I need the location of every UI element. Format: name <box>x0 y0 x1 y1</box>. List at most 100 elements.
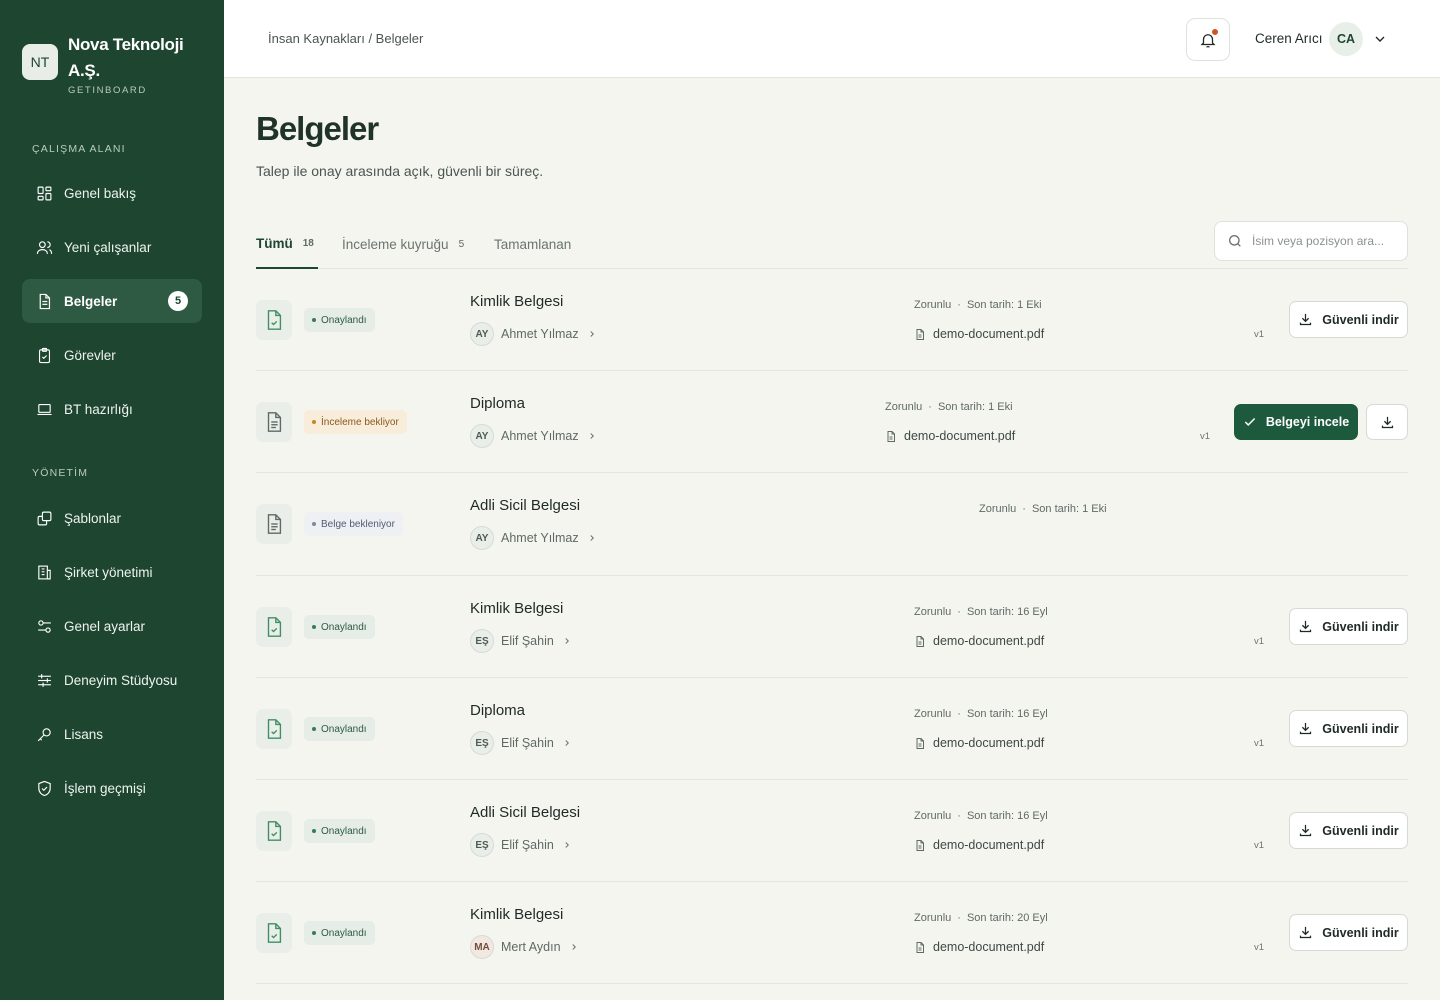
download-icon <box>1300 722 1312 735</box>
sidebar-item-label: Genel bakış <box>64 185 137 201</box>
document-title: Diploma <box>470 395 526 412</box>
document-approved-icon <box>256 300 292 340</box>
file-icon <box>916 737 924 749</box>
sidebar-item-label: Görevler <box>64 347 116 363</box>
chevron-right-icon <box>589 535 594 541</box>
document-meta: Zorunlu · Son tarih: 1 Eki <box>914 299 1042 311</box>
tab-all[interactable]: Tümü 18 <box>256 220 318 269</box>
sidebar-item-tasks[interactable]: Görevler <box>22 333 202 377</box>
document-meta: Zorunlu · Son tarih: 1 Eki <box>885 401 1013 413</box>
org-avatar: NT <box>22 44 58 80</box>
employee-avatar: AY <box>470 322 494 346</box>
status-badge: Onaylandı <box>304 308 375 332</box>
chevron-down-icon[interactable] <box>1372 31 1388 47</box>
tab-completed[interactable]: Tamamlanan <box>494 220 571 269</box>
notifications-button[interactable] <box>1186 18 1230 61</box>
org-brand[interactable]: NT Nova Teknoloji A.Ş. GETINBOARD <box>22 32 208 96</box>
employee-avatar: EŞ <box>470 629 494 653</box>
document-title: Kimlik Belgesi <box>470 600 564 617</box>
chevron-right-icon <box>571 944 576 950</box>
sidebar-item-overview[interactable]: Genel bakış <box>22 171 202 215</box>
sidebar-item-label: Lisans <box>64 726 104 742</box>
sidebar-item-new-employees[interactable]: Yeni çalışanlar <box>22 225 202 269</box>
sidebar-item-label: Şablonlar <box>64 510 122 526</box>
tab-label: Tamamlanan <box>494 237 572 252</box>
download-button[interactable] <box>1366 404 1408 440</box>
secure-download-button[interactable]: Güvenli indir <box>1289 710 1408 747</box>
org-subtitle: GETINBOARD <box>68 85 147 96</box>
sidebar-item-templates[interactable]: Şablonlar <box>22 496 202 540</box>
grid-icon <box>37 186 52 200</box>
version-label: v1 <box>1254 738 1265 749</box>
notification-dot <box>1211 28 1219 36</box>
employee-avatar: EŞ <box>470 833 494 857</box>
user-avatar[interactable]: CA <box>1329 22 1363 56</box>
document-row: Onaylandı Kimlik Belgesi EŞ Elif Şahin Z… <box>256 576 1408 678</box>
employee-link[interactable]: EŞ Elif Şahin <box>470 629 572 653</box>
document-row: İnceleme bekliyor Diploma AY Ahmet Yılma… <box>256 371 1408 473</box>
copy-icon <box>37 511 52 525</box>
document-meta: Zorunlu · Son tarih: 1 Eki <box>979 503 1107 515</box>
employee-name: Mert Aydın <box>501 940 561 954</box>
tab-label: İnceleme kuyruğu <box>342 237 449 252</box>
employee-avatar: AY <box>470 526 494 550</box>
secure-download-button[interactable]: Güvenli indir <box>1289 608 1408 645</box>
sidebar-item-general-settings[interactable]: Genel ayarlar <box>22 604 202 648</box>
section-label-management: YÖNETİM <box>32 467 89 479</box>
sidebar-item-label: Yeni çalışanlar <box>64 239 152 255</box>
sidebar-item-it-readiness[interactable]: BT hazırlığı <box>22 387 202 431</box>
search-box[interactable] <box>1214 221 1408 261</box>
employee-link[interactable]: MA Mert Aydın <box>470 935 579 959</box>
download-icon <box>1300 620 1312 633</box>
status-badge: Belge bekleniyor <box>304 512 403 536</box>
document-meta: Zorunlu · Son tarih: 16 Eyl <box>914 606 1048 618</box>
download-icon <box>1300 824 1312 837</box>
sidebar-item-company-management[interactable]: Şirket yönetimi <box>22 550 202 594</box>
employee-link[interactable]: AY Ahmet Yılmaz <box>470 526 597 550</box>
document-meta: Zorunlu · Son tarih: 20 Eyl <box>914 912 1048 924</box>
check-icon <box>1244 417 1255 426</box>
sidebar: NT Nova Teknoloji A.Ş. GETINBOARD ÇALIŞM… <box>0 0 224 1000</box>
user-name[interactable]: Ceren Arıcı <box>1255 31 1323 46</box>
document-row: Belge bekleniyor Adli Sicil Belgesi AY A… <box>256 473 1408 576</box>
file-link[interactable]: demo-document.pdf <box>914 634 1044 648</box>
file-icon <box>916 328 924 340</box>
file-link[interactable]: demo-document.pdf <box>914 940 1044 954</box>
review-document-button[interactable]: Belgeyi incele <box>1234 404 1358 440</box>
secure-download-button[interactable]: Güvenli indir <box>1289 812 1408 849</box>
sidebar-item-documents[interactable]: Belgeler 5 <box>22 279 202 323</box>
employee-link[interactable]: AY Ahmet Yılmaz <box>470 322 597 346</box>
tab-review-queue[interactable]: İnceleme kuyruğu 5 <box>342 220 464 269</box>
employee-link[interactable]: EŞ Elif Şahin <box>470 833 572 857</box>
employee-link[interactable]: EŞ Elif Şahin <box>470 731 572 755</box>
employee-link[interactable]: AY Ahmet Yılmaz <box>470 424 597 448</box>
file-link[interactable]: demo-document.pdf <box>885 429 1015 443</box>
file-icon <box>916 635 924 647</box>
breadcrumb[interactable]: İnsan Kaynakları / Belgeler <box>268 31 423 46</box>
sidebar-item-label: İşlem geçmişi <box>64 780 146 796</box>
toggles-icon <box>38 619 51 633</box>
sidebar-item-audit-log[interactable]: İşlem geçmişi <box>22 766 202 810</box>
sidebar-item-experience-studio[interactable]: Deneyim Stüdyosu <box>22 658 202 702</box>
download-icon <box>1300 926 1312 939</box>
chevron-right-icon <box>565 638 569 644</box>
secure-download-button[interactable]: Güvenli indir <box>1289 301 1408 338</box>
document-title: Kimlik Belgesi <box>470 906 564 923</box>
document-title: Kimlik Belgesi <box>470 293 564 310</box>
file-link[interactable]: demo-document.pdf <box>914 736 1044 750</box>
status-badge: Onaylandı <box>304 819 375 843</box>
status-badge: Onaylandı <box>304 717 375 741</box>
employee-name: Ahmet Yılmaz <box>501 531 579 545</box>
download-icon <box>1381 416 1393 428</box>
secure-download-button[interactable]: Güvenli indir <box>1289 914 1408 951</box>
sidebar-item-license[interactable]: Lisans <box>22 712 202 756</box>
employee-avatar: EŞ <box>470 731 494 755</box>
file-link[interactable]: demo-document.pdf <box>914 327 1044 341</box>
search-input[interactable] <box>1252 234 1402 248</box>
chevron-right-icon <box>565 740 569 746</box>
document-row: Onaylandı Diploma EŞ Elif Şahin Zorunlu ·… <box>256 678 1408 780</box>
status-badge: İnceleme bekliyor <box>304 410 407 434</box>
file-link[interactable]: demo-document.pdf <box>914 838 1044 852</box>
employee-name: Elif Şahin <box>501 736 554 750</box>
page-title: Belgeler <box>256 110 379 147</box>
